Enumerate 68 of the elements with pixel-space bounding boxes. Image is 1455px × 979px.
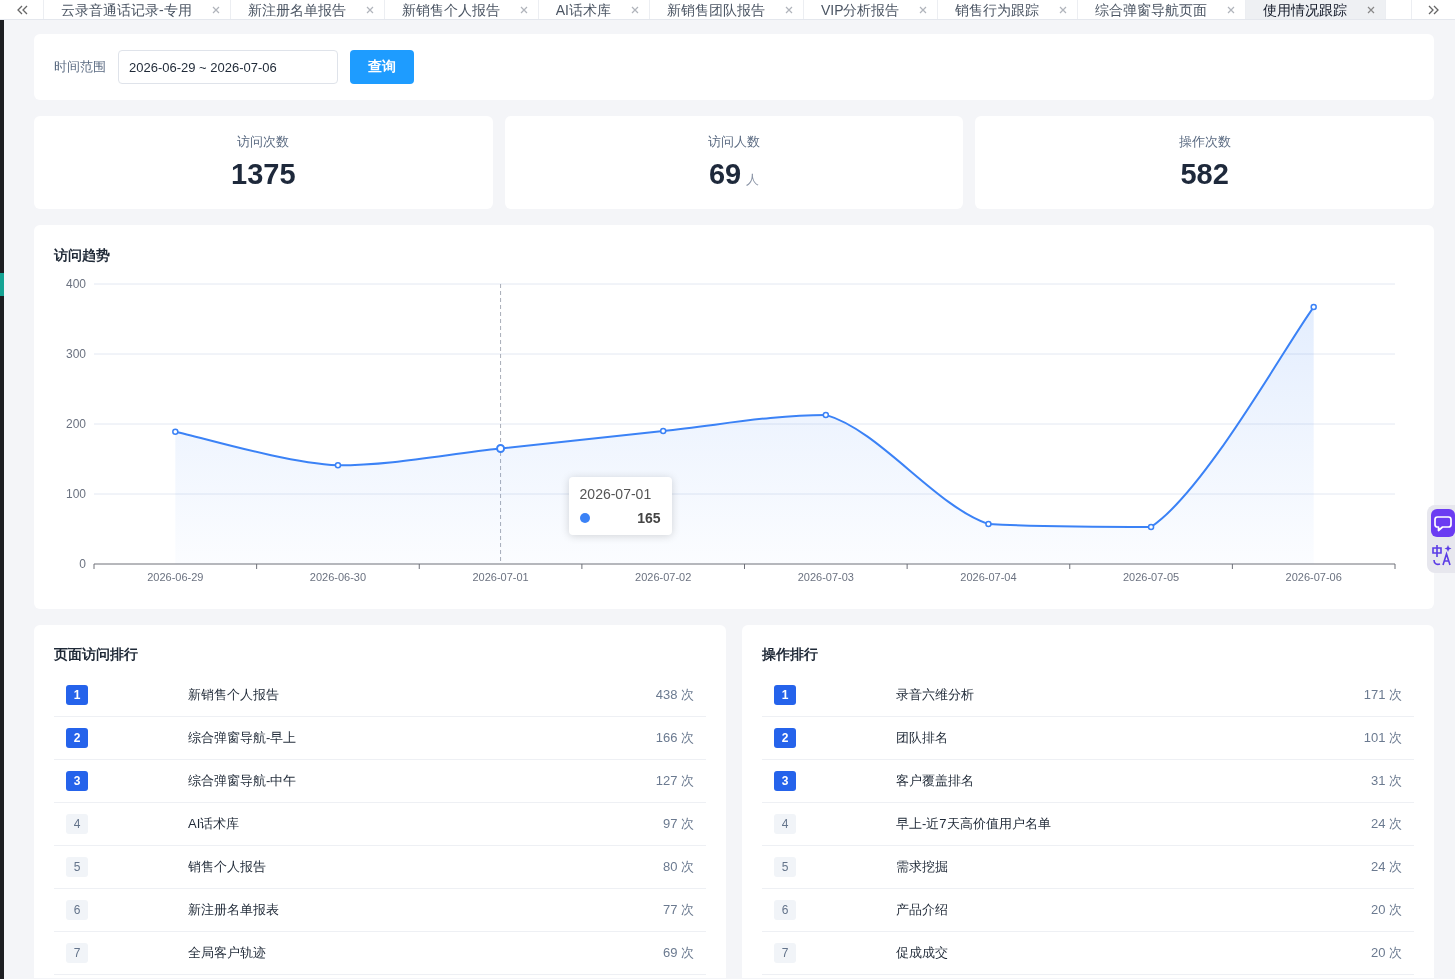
item-name: 销售个人报告 (188, 858, 267, 876)
item-count: 69 次 (662, 944, 694, 962)
stat-label: 访问次数 (237, 134, 290, 149)
rank-number: 6 (774, 900, 796, 920)
item-count: 166 次 (655, 729, 694, 747)
rank-number: 5 (774, 857, 796, 877)
card-title: 操作排行 (762, 646, 818, 662)
axis-label: 2026-07-01 (472, 571, 529, 583)
rank-number: 7 (774, 943, 796, 963)
item-name: 录音六维分析 (896, 686, 975, 704)
item-name: AI话术库 (188, 815, 241, 833)
item-count: 438 次 (655, 686, 694, 704)
stat-unit: 人 (746, 172, 760, 187)
rank-number: 2 (66, 728, 88, 748)
item-name: 新销售个人报告 (188, 686, 280, 704)
axis-label: 2026-07-06 (1285, 571, 1342, 583)
chart-title: 访问趋势 (54, 247, 110, 263)
stat-value: 69 (708, 158, 742, 190)
axis-label: 200 (65, 417, 86, 431)
rank-number: 6 (66, 900, 88, 920)
rank-number: 3 (66, 771, 88, 791)
stat-label: 操作次数 (1178, 134, 1231, 149)
axis-label: 2026-07-03 (797, 571, 854, 583)
item-name: 产品介绍 (896, 901, 949, 919)
item-count: 127 次 (655, 772, 694, 790)
item-name: 早上-近7天高价值用户名单 (896, 815, 1052, 833)
axis-label: 2026-07-05 (1122, 571, 1180, 583)
rank-number: 3 (774, 771, 796, 791)
item-count: 31 次 (1370, 772, 1402, 790)
item-name: 团队排名 (896, 729, 949, 747)
item-count: 24 次 (1370, 815, 1402, 833)
item-count: 24 次 (1370, 858, 1402, 876)
axis-label: 300 (65, 347, 86, 361)
item-name: 全局客户轨迹 (188, 944, 267, 962)
stat-value: 582 (1180, 158, 1229, 190)
axis-label: 100 (65, 487, 86, 501)
axis-label: 2026-07-04 (960, 571, 1017, 583)
rank-number: 4 (66, 814, 88, 834)
item-count: 80 次 (662, 858, 694, 876)
card-title: 页面访问排行 (54, 646, 138, 662)
axis-label: 2026-06-29 (147, 571, 204, 583)
item-name: 新注册名单报表 (188, 901, 280, 919)
rank-number: 5 (66, 857, 88, 877)
axis-label: 2026-06-30 (309, 571, 367, 583)
item-count: 20 次 (1370, 944, 1402, 962)
item-name: 综合弹窗导航-中午 (188, 772, 298, 790)
axis-label: 0 (79, 557, 86, 571)
rank-number: 1 (66, 685, 88, 705)
axis-label: 400 (65, 277, 86, 291)
item-name: 促成成交 (896, 944, 949, 962)
rank-number: 7 (66, 943, 88, 963)
field-label: 时间范围 (54, 58, 106, 76)
item-name: 综合弹窗导航-早上 (188, 729, 298, 747)
item-name: 客户覆盖排名 (896, 772, 975, 790)
tooltip-value: 165 (637, 508, 661, 527)
axis-label: 2026-07-02 (635, 571, 692, 583)
item-count: 101 次 (1363, 729, 1402, 747)
stat-label: 访问人数 (708, 134, 760, 149)
item-name: 需求挖掘 (896, 858, 949, 876)
item-count: 171 次 (1363, 686, 1402, 704)
tooltip-date: 2026-07-01 (579, 484, 653, 503)
item-count: 97 次 (662, 815, 694, 833)
rank-number: 1 (774, 685, 796, 705)
item-count: 77 次 (662, 901, 694, 919)
item-count: 20 次 (1370, 901, 1402, 919)
rank-number: 2 (774, 728, 796, 748)
stat-value: 1375 (231, 158, 296, 190)
rank-number: 4 (774, 814, 796, 834)
